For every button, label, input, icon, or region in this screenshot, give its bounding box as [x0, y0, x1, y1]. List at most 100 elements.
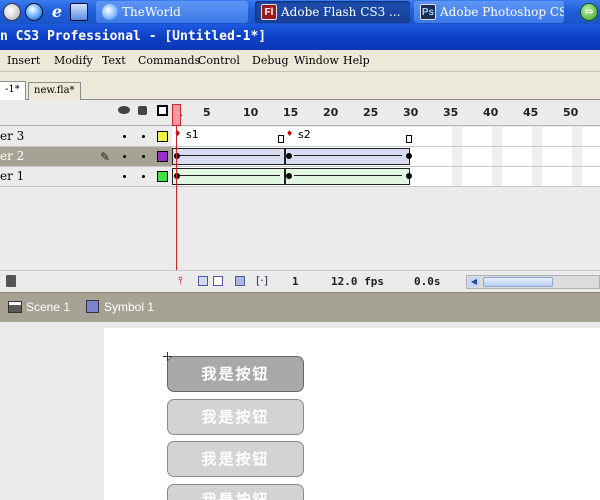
blank-keyframe[interactable] — [278, 135, 284, 143]
layer-color-swatch[interactable] — [157, 171, 168, 182]
keyframe[interactable] — [286, 153, 292, 159]
frame-shade — [572, 127, 582, 146]
keyframe[interactable] — [174, 153, 180, 159]
tab-untitled-1[interactable]: -1* — [0, 81, 26, 101]
frame-shade — [532, 167, 542, 186]
layer-color-swatch[interactable] — [157, 131, 168, 142]
keyframe[interactable] — [406, 173, 412, 179]
taskbar-item-label: Adobe Flash CS3 ... — [281, 5, 401, 19]
browser-quicklaunch-icon[interactable] — [25, 3, 43, 21]
frame-shade — [572, 147, 582, 166]
ie-quicklaunch-icon[interactable]: e — [48, 3, 66, 21]
show-more-arrow-icon[interactable]: ⇔ — [580, 3, 598, 21]
flash-icon: Fl — [261, 4, 277, 20]
taskbar: e TheWorld Fl Adobe Flash CS3 ... Ps Ado… — [0, 0, 600, 24]
motion-tween-span[interactable] — [285, 168, 410, 185]
keyframe[interactable] — [174, 173, 180, 179]
timeline-status-bar: ⫯ [·] 1 12.0 fps 0.0s ◀ — [0, 270, 600, 292]
frame-number: 10 — [243, 106, 259, 119]
button-state-down[interactable]: 我是按钮 — [167, 441, 304, 477]
lock-dot[interactable] — [142, 135, 145, 138]
edit-bar: Scene 1 Symbol 1 — [0, 292, 600, 322]
timeline-horizontal-scrollbar[interactable]: ◀ — [466, 275, 600, 289]
document-tabs: -1* new.fla* — [0, 72, 600, 101]
layer-color-swatch[interactable] — [157, 151, 168, 162]
layer-frames[interactable] — [172, 147, 600, 166]
lock-dot[interactable] — [142, 155, 145, 158]
center-frame-icon[interactable]: ⫯ — [178, 274, 183, 288]
keyframe[interactable] — [406, 153, 412, 159]
tween-arrow — [180, 155, 280, 156]
button-state-hit[interactable]: 我是按钮 — [167, 484, 304, 500]
edit-multiple-frames-icon[interactable] — [235, 276, 245, 286]
photoshop-icon: Ps — [420, 4, 436, 20]
taskbar-item-label: TheWorld — [122, 5, 181, 19]
visibility-dot[interactable] — [123, 175, 126, 178]
layer-name[interactable]: er 3 — [0, 127, 172, 146]
menu-help[interactable]: Help — [343, 54, 370, 67]
layer-frames[interactable]: ♦ s1 ♦ s2 — [172, 127, 600, 146]
desktop-quicklaunch-icon[interactable] — [70, 3, 88, 21]
layer-row-1[interactable]: er 1 — [0, 167, 600, 187]
menu-modify[interactable]: Modify — [54, 54, 93, 67]
onion-skin-icon[interactable] — [198, 276, 208, 286]
breadcrumb-symbol[interactable]: Symbol 1 — [104, 300, 154, 314]
layer-name[interactable]: er 2 — [0, 147, 172, 166]
frame-shade — [492, 127, 502, 146]
visibility-dot[interactable] — [123, 155, 126, 158]
tab-new-fla[interactable]: new.fla* — [28, 82, 81, 100]
keyframe[interactable] — [286, 173, 292, 179]
onion-outline-icon[interactable] — [213, 276, 223, 286]
pencil-icon: ✎ — [100, 150, 111, 164]
layer-row-3[interactable]: er 3 ♦ s1 ♦ s2 — [0, 127, 600, 147]
modify-onion-markers-icon[interactable]: [·] — [256, 274, 268, 287]
frame-shade — [452, 127, 462, 146]
taskbar-item-photoshop[interactable]: Ps Adobe Photoshop CS3 — [414, 1, 564, 23]
outline-icon[interactable] — [157, 105, 168, 116]
menu-commands[interactable]: Commands — [138, 54, 200, 67]
frame-number: 30 — [403, 106, 419, 119]
taskbar-item-flash[interactable]: Fl Adobe Flash CS3 ... — [255, 1, 410, 23]
frame-rate: 12.0 fps — [331, 275, 384, 288]
frame-shade — [532, 147, 542, 166]
visibility-dot[interactable] — [123, 135, 126, 138]
frame-number: 50 — [563, 106, 579, 119]
breadcrumb-scene[interactable]: Scene 1 — [26, 300, 70, 314]
frame-label-s2: s2 — [298, 128, 311, 141]
tween-arrow — [294, 155, 402, 156]
frame-shade — [492, 167, 502, 186]
registration-crosshair — [167, 352, 168, 361]
scene-clapper-icon — [8, 301, 22, 313]
lock-dot[interactable] — [142, 175, 145, 178]
button-state-up[interactable]: 我是按钮 — [167, 356, 304, 392]
menu-control[interactable]: Control — [198, 54, 240, 67]
lock-icon[interactable] — [138, 106, 147, 115]
menu-debug[interactable]: Debug — [252, 54, 289, 67]
motion-tween-span[interactable] — [172, 168, 285, 185]
eye-icon[interactable] — [118, 106, 130, 114]
menu-insert[interactable]: Insert — [7, 54, 40, 67]
layer-name[interactable]: er 1 — [0, 167, 172, 186]
blank-keyframe[interactable] — [406, 135, 412, 143]
elapsed-time: 0.0s — [414, 275, 441, 288]
menu-text[interactable]: Text — [102, 54, 126, 67]
frame-label-flag-icon: ♦ — [286, 129, 294, 138]
scroll-thumb[interactable] — [483, 277, 553, 287]
motion-tween-span[interactable] — [285, 148, 410, 165]
frame-number: 45 — [523, 106, 539, 119]
menu-window[interactable]: Window — [294, 54, 339, 67]
layer-row-2[interactable]: er 2 ✎ — [0, 147, 600, 167]
frame-shade — [532, 127, 542, 146]
layer-frames[interactable] — [172, 167, 600, 186]
scroll-left-icon[interactable]: ◀ — [468, 277, 480, 287]
frame-shade — [572, 167, 582, 186]
timeline-panel: 1 5 10 15 20 25 30 35 40 45 50 er 3 ♦ s1… — [0, 100, 600, 292]
symbol-icon — [86, 300, 99, 313]
taskbar-item-theworld[interactable]: TheWorld — [96, 1, 248, 23]
playhead-marker[interactable] — [172, 104, 181, 126]
theworld-browser-icon — [102, 4, 118, 20]
trash-icon[interactable] — [6, 275, 16, 287]
motion-tween-span[interactable] — [172, 148, 285, 165]
start-face-icon[interactable] — [3, 3, 21, 21]
button-state-over[interactable]: 我是按钮 — [167, 399, 304, 435]
